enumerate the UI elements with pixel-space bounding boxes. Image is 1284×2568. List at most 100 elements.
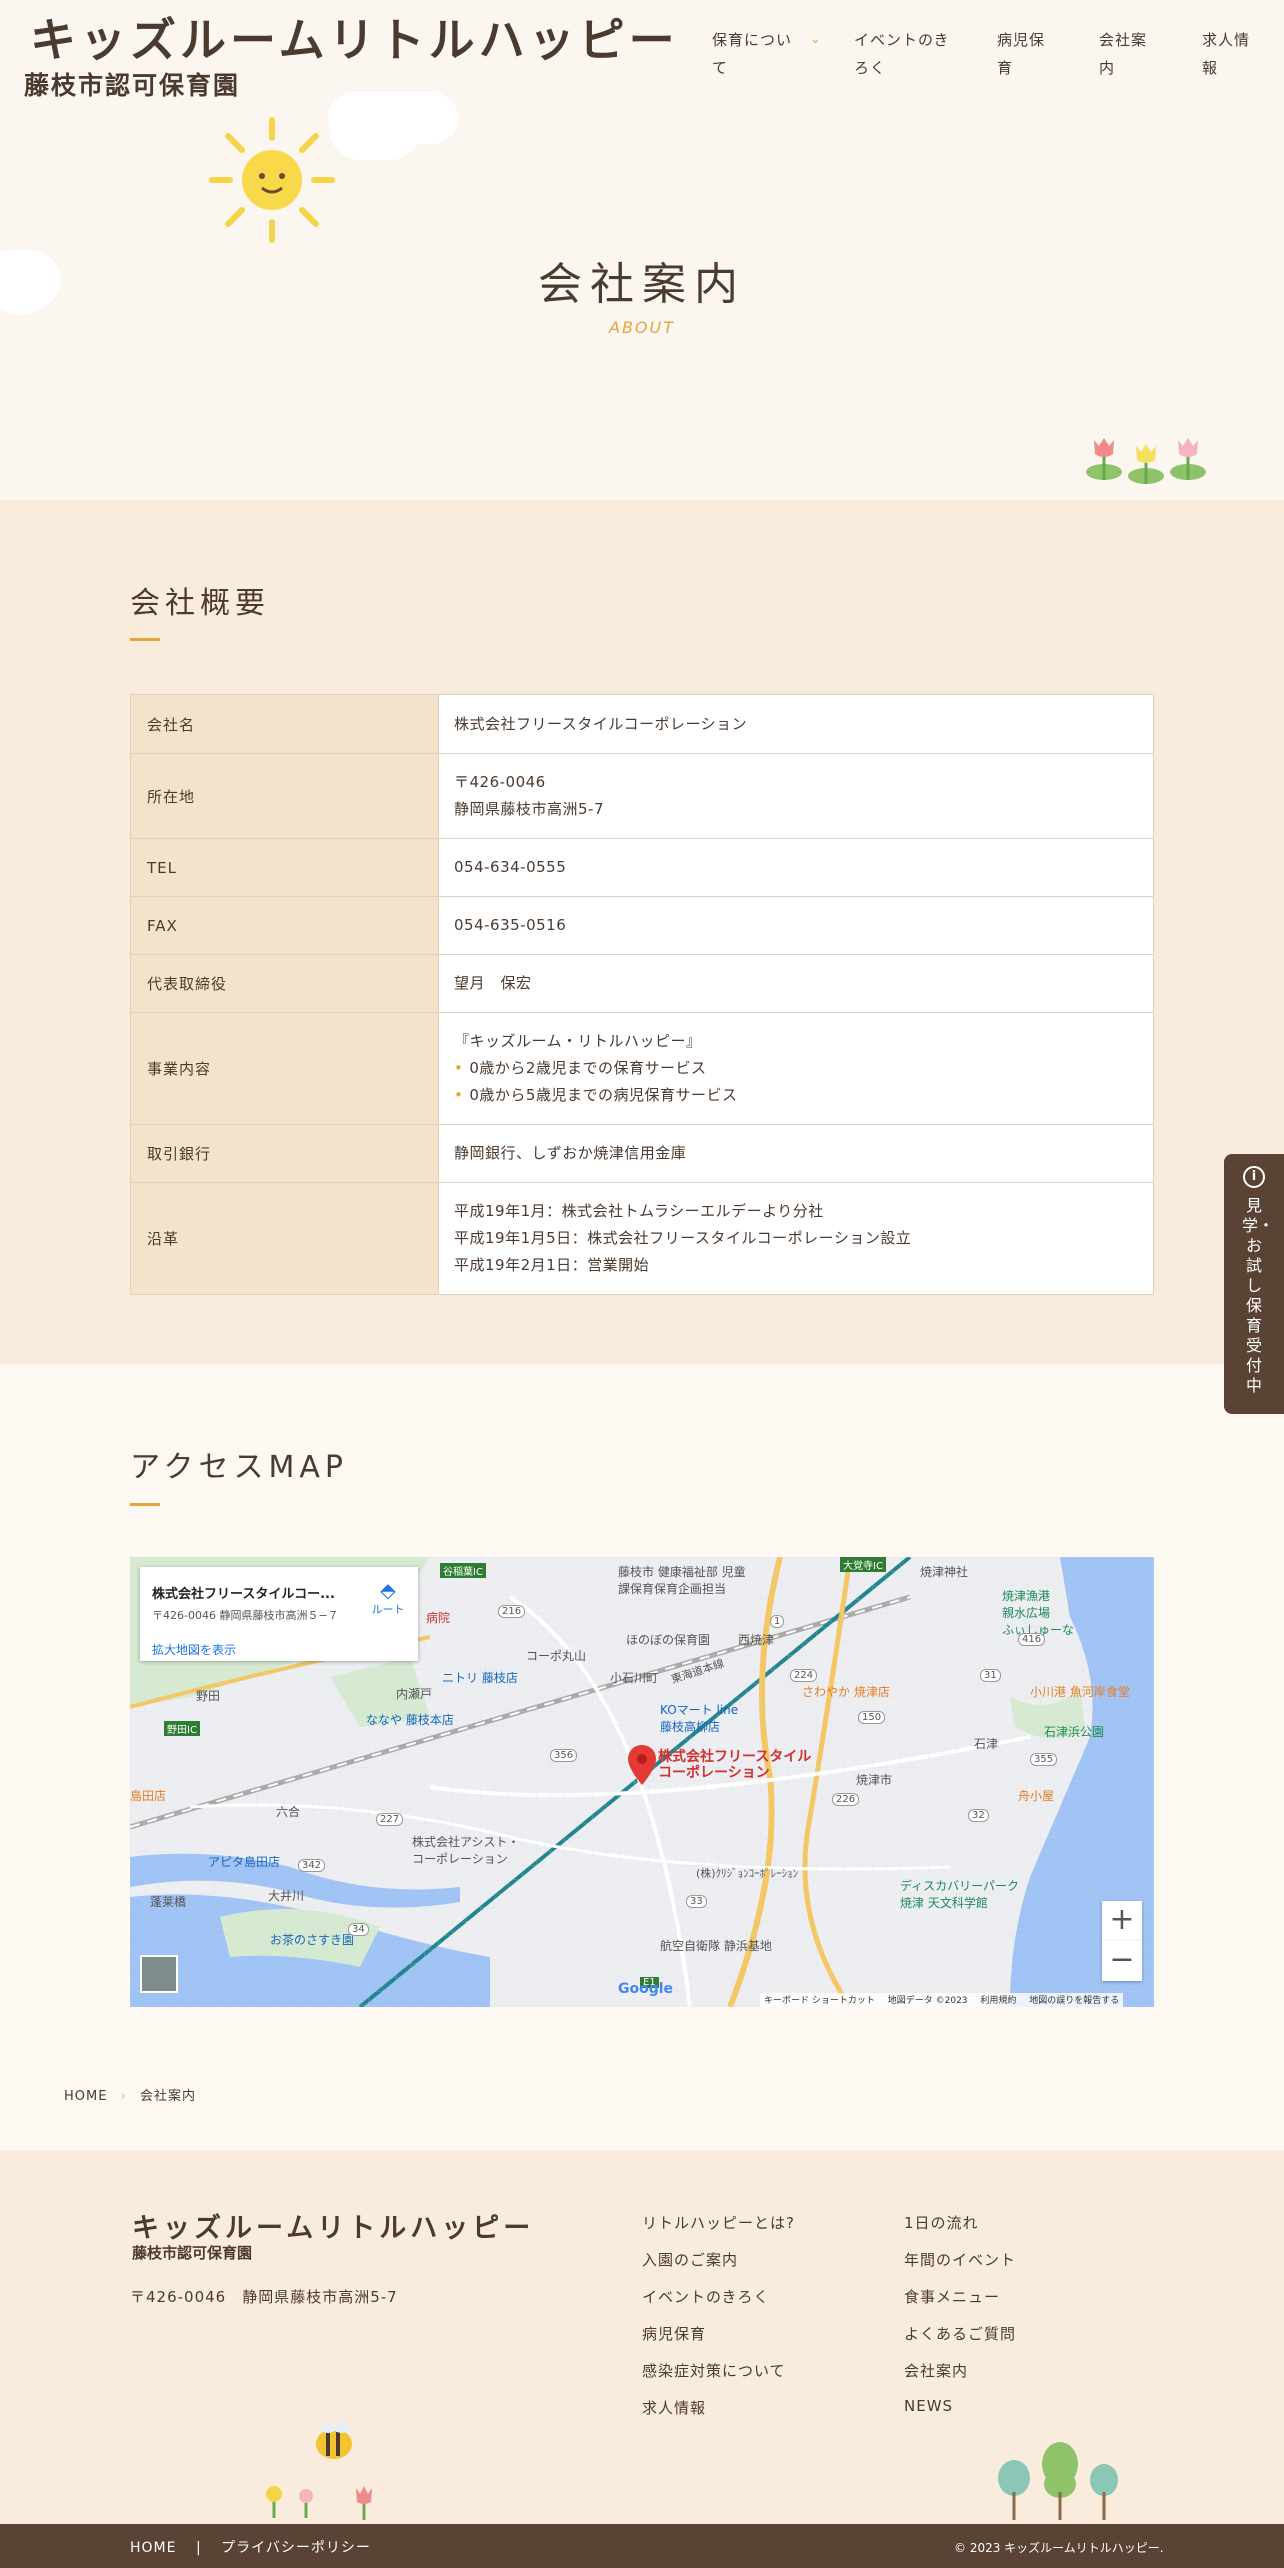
map-place-label: 病院 [426, 1611, 451, 1625]
footer-link[interactable]: 会社案内 [904, 2360, 968, 2381]
side-tab-label: 見学・お試し保育受付中 [1242, 1196, 1275, 1395]
row-label: TEL [130, 838, 439, 897]
tulips-illustration [1086, 438, 1206, 484]
heading-underline [130, 1503, 160, 1506]
footer-link[interactable]: 食事メニュー [904, 2286, 1000, 2307]
footer-link[interactable]: 入園のご案内 [642, 2249, 738, 2270]
footer-link[interactable]: 1日の流れ [904, 2212, 979, 2233]
road-number: 355 [1030, 1753, 1058, 1766]
chevron-down-icon: ⌄ [810, 32, 822, 47]
road-number: 32 [968, 1809, 989, 1822]
footer-link[interactable]: 求人情報 [642, 2397, 706, 2418]
map-place-label: ディスカバリーパーク 焼津 天文科学館 [900, 1879, 1020, 1910]
table-row: TEL 054-634-0555 [130, 838, 1154, 897]
map-card-address: 〒426-0046 静岡県藤枝市高洲５−７ [152, 1609, 339, 1622]
footer-link[interactable]: 年間のイベント [904, 2249, 1016, 2270]
footer-home-link[interactable]: HOME [130, 2540, 176, 2556]
site-subtitle: 藤枝市認可保育園 [24, 71, 241, 100]
footer-link[interactable]: 病児保育 [642, 2323, 706, 2344]
terms-link[interactable]: 利用規約 [980, 1996, 1016, 2006]
map-data-text: 地図データ ©2023 [887, 1996, 968, 2006]
row-label: 沿革 [130, 1182, 439, 1295]
row-value: 『キッズルーム・リトルハッピー』 • 0歳から2歳児までの保育サービス • 0歳から… [438, 1012, 1154, 1125]
footer-link[interactable]: リトルハッピーとは? [642, 2212, 795, 2233]
footer-bottom-bar: HOME | プライバシーポリシー © 2023 キッズルームリトルハッピー. [0, 2524, 1284, 2568]
page-title-en: ABOUT [609, 318, 675, 337]
road-number: 226 [832, 1793, 860, 1806]
bullet-icon: • [454, 1086, 464, 1104]
larger-map-link[interactable]: 拡大地図を表示 [152, 1641, 236, 1658]
footer-link[interactable]: NEWS [904, 2397, 953, 2415]
nav-item-sick-childcare[interactable]: 病児保 育 [997, 26, 1057, 82]
road-number: 31 [980, 1669, 1001, 1682]
map-place-label: 大覚寺IC [840, 1557, 886, 1572]
report-error-link[interactable]: 地図の誤りを報告する [1029, 1996, 1119, 2006]
map-place-label: 石津 [974, 1737, 999, 1751]
row-label: FAX [130, 896, 439, 955]
keyboard-shortcuts-link[interactable]: キーボード ショートカット [764, 1996, 875, 2006]
bee-flowers-illustration [266, 2423, 372, 2520]
nav-item-company[interactable]: 会社案 内 [1099, 26, 1159, 82]
map-place-label: 谷稲葉IC [440, 1563, 486, 1578]
row-value: 平成19年1月：株式会社トムラシーエルデーより分社 平成19年1月5日：株式会社… [438, 1182, 1154, 1295]
zoom-in-button[interactable]: + [1102, 1901, 1142, 1941]
map-place-label: 大井川 [268, 1889, 305, 1903]
info-icon: i [1243, 1166, 1265, 1188]
google-map-embed[interactable]: 株式会社フリースタイルコー... 〒426-0046 静岡県藤枝市高洲５−７ 拡… [130, 1557, 1154, 2007]
privacy-policy-link[interactable]: プライバシーポリシー [221, 2540, 371, 2556]
map-card-title: 株式会社フリースタイルコー... [152, 1587, 335, 1602]
row-label: 所在地 [130, 753, 439, 839]
row-value: 054-634-0555 [438, 838, 1154, 897]
breadcrumb-separator: › [120, 2089, 127, 2104]
satellite-toggle-button[interactable] [140, 1955, 178, 1993]
map-marker-icon[interactable] [628, 1745, 656, 1785]
map-place-label: 石津浜公園 [1044, 1725, 1105, 1739]
site-footer: キッズルームリトルハッピー 藤枝市認可保育園 〒426-0046 静岡県藤枝市高… [0, 2150, 1284, 2524]
list-item: • 0歳から2歳児までの保育サービス [454, 1055, 1138, 1082]
footer-link[interactable]: 感染症対策について [642, 2360, 786, 2381]
nav-item-recruit[interactable]: 求人情 報 [1202, 26, 1262, 82]
table-row: 事業内容 『キッズルーム・リトルハッピー』 • 0歳から2歳児までの保育サービス … [130, 1012, 1154, 1125]
overview-heading: 会社概要 [130, 586, 270, 621]
map-place-label: アピタ島田店 [208, 1855, 281, 1869]
map-place-label: さわやか 焼津店 [802, 1685, 890, 1699]
breadcrumb-home[interactable]: HOME [64, 2089, 107, 2104]
footer-title[interactable]: キッズルームリトルハッピー [132, 2206, 534, 2245]
road-number: 216 [498, 1605, 526, 1618]
map-place-label: コーポ丸山 [526, 1649, 587, 1663]
postal-code: 〒426-0046 [454, 773, 546, 791]
nav-item-hoiku[interactable]: 保育につい て ⌄ [712, 26, 822, 82]
row-value: 054-635-0516 [438, 896, 1154, 955]
table-row: FAX 054-635-0516 [130, 896, 1154, 955]
road-number: 342 [298, 1859, 326, 1872]
list-item-text: 0歳から2歳児までの保育サービス [469, 1059, 707, 1077]
row-value: 株式会社フリースタイルコーポレーション [438, 694, 1154, 754]
directions-icon: ⬘ [380, 1578, 396, 1602]
table-row: 取引銀行 静岡銀行、しずおか焼津信用金庫 [130, 1124, 1154, 1183]
row-value: 〒426-0046 静岡県藤枝市高洲5-7 [438, 753, 1154, 839]
marker-label: 株式会社フリースタイル コーポレーション [658, 1749, 812, 1781]
road-number: 224 [790, 1669, 818, 1682]
footer-link[interactable]: イベントのきろく [642, 2286, 770, 2307]
map-place-label: 六合 [276, 1805, 301, 1819]
table-row: 会社名 株式会社フリースタイルコーポレーション [130, 694, 1154, 754]
map-place-label: 島田店 [130, 1789, 167, 1803]
main-nav: 保育につい て ⌄ イベントのき ろく 病児保 育 会社案 内 求人情 報 [712, 26, 1284, 86]
table-row: 所在地 〒426-0046 静岡県藤枝市高洲5-7 [130, 753, 1154, 839]
history-line: 平成19年1月：株式会社トムラシーエルデーより分社 [454, 1202, 824, 1220]
map-place-label: 野田 [196, 1689, 221, 1703]
list-item: • 0歳から5歳児までの病児保育サービス [454, 1082, 1138, 1109]
map-place-label: ななや 藤枝本店 [366, 1713, 454, 1727]
road-number: 356 [550, 1749, 578, 1762]
tour-trial-side-tab[interactable]: i 見学・お試し保育受付中 [1224, 1154, 1284, 1414]
nav-item-event[interactable]: イベントのき ろく [854, 26, 954, 82]
route-button[interactable]: ⬘ ルート [368, 1579, 408, 1617]
site-title[interactable]: キッズルームリトルハッピー [30, 4, 679, 70]
map-place-label: 焼津漁港 親水広場 ふぃしゅーな [1002, 1589, 1075, 1637]
map-place-label: KOマート line 藤枝高柳店 [660, 1703, 739, 1734]
sun-illustration [209, 117, 335, 243]
road-number: 33 [686, 1895, 707, 1908]
map-place-label: 焼津神社 [920, 1565, 969, 1579]
zoom-out-button[interactable]: − [1102, 1941, 1142, 1981]
footer-link[interactable]: よくあるご質問 [904, 2323, 1016, 2344]
